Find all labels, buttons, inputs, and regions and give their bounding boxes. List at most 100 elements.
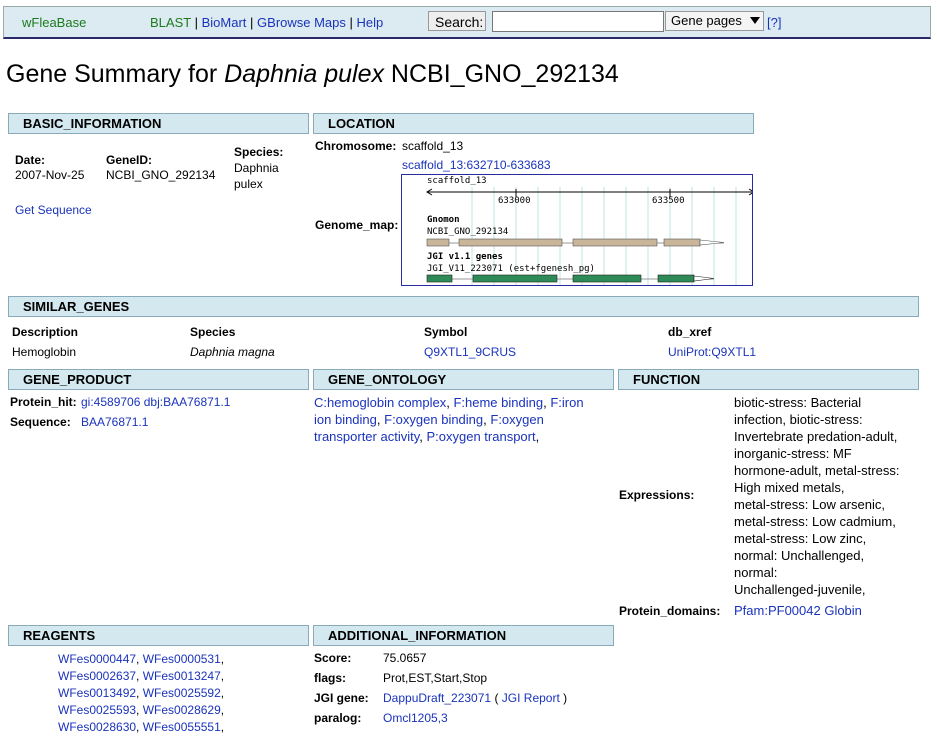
map-track-jgi-title: JGI v1.1 genes xyxy=(427,252,503,262)
reagent-link[interactable]: WFes0013247 xyxy=(143,669,221,683)
go-term-link[interactable]: F:heme binding xyxy=(453,395,543,410)
sequence-label: Sequence: xyxy=(10,415,71,429)
expression-line: metal-stress: Low zinc, xyxy=(734,531,867,546)
title-species: Daphnia pulex xyxy=(224,60,384,88)
reagent-row: WFes0025593, WFes0028629, xyxy=(58,703,225,717)
expression-line: Unchallenged-juvenile, xyxy=(734,582,866,597)
reagent-link[interactable]: WFes0000447 xyxy=(58,652,136,666)
sequence-link[interactable]: BAA76871.1 xyxy=(81,415,148,429)
brand-link[interactable]: wFleaBase xyxy=(22,15,86,30)
reagent-row: WFes0000447, WFes0000531, xyxy=(58,652,225,666)
genome-map-image[interactable]: scaffold_13 633000 633500 Gnomon NCBI_GN… xyxy=(401,174,753,286)
jgi-report-link[interactable]: JGI Report xyxy=(502,691,560,705)
protein-hit-values: gi:4589706 dbj:BAA76871.1 xyxy=(81,395,230,409)
nav-link-help[interactable]: Help xyxy=(357,15,384,30)
map-tick-label: 633500 xyxy=(652,196,685,206)
jgi-gene-model xyxy=(426,274,715,283)
jgi-gene-link[interactable]: DappuDraft_223071 xyxy=(383,691,491,705)
go-term-link[interactable]: ion binding xyxy=(314,412,377,427)
additional-information-header: ADDITIONAL_INFORMATION xyxy=(313,625,614,646)
expression-line: normal: Unchallenged, xyxy=(734,548,865,563)
search-input[interactable] xyxy=(492,11,664,32)
column-header-description: Description xyxy=(12,325,79,339)
similar-xref-link[interactable]: UniProt:Q9XTL1 xyxy=(668,345,756,359)
search-button[interactable]: Search: xyxy=(428,11,486,31)
protein-hit-gi-link[interactable]: gi:4589706 xyxy=(81,395,140,409)
reagent-link[interactable]: WFes0000531 xyxy=(143,652,221,666)
date-label: Date: xyxy=(15,153,46,167)
nav-link-biomart[interactable]: BioMart xyxy=(202,15,247,30)
score-value: 75.0657 xyxy=(383,651,427,665)
expression-line: infection, biotic-stress: xyxy=(734,412,863,427)
expression-line: High mixed metals, xyxy=(734,480,845,495)
column-header-species: Species xyxy=(190,325,236,339)
title-gene: NCBI_GNO_292134 xyxy=(383,60,619,88)
top-nav-bar: wFleaBase BLAST | BioMart | GBrowse Maps… xyxy=(3,6,931,39)
nav-link-gbrowse[interactable]: GBrowse Maps xyxy=(257,15,346,30)
go-term-link[interactable]: F:iron xyxy=(550,395,583,410)
reagent-row: WFes0002637, WFes0013247, xyxy=(58,669,225,683)
nav-link-blast[interactable]: BLAST xyxy=(150,15,191,30)
chevron-down-icon xyxy=(750,17,760,24)
go-term-link[interactable]: F:oxygen xyxy=(490,412,543,427)
expression-line: normal: xyxy=(734,565,778,580)
similar-symbol-link[interactable]: Q9XTL1_9CRUS xyxy=(424,345,516,359)
go-term-link[interactable]: C:hemoglobin complex xyxy=(314,395,446,410)
gnomon-gene-model xyxy=(426,238,725,247)
gene-product-header: GENE_PRODUCT xyxy=(8,369,309,390)
go-line: C:hemoglobin complex, F:heme binding, F:… xyxy=(314,394,584,411)
go-separator: , xyxy=(535,429,540,444)
species-label: Species: xyxy=(234,145,284,159)
get-sequence-link[interactable]: Get Sequence xyxy=(15,203,92,217)
protein-domains-label: Protein_domains: xyxy=(619,604,721,618)
search-type-select[interactable]: Gene pages xyxy=(665,11,764,31)
go-term-link[interactable]: P:oxygen transport xyxy=(426,429,535,444)
nav-separator: | xyxy=(349,15,353,30)
reagent-link[interactable]: WFes0025593 xyxy=(58,703,136,717)
paralog-link[interactable]: Omcl1205,3 xyxy=(383,711,448,725)
jgi-gene-values: DappuDraft_223071 ( JGI Report ) xyxy=(383,691,567,705)
search-type-value: Gene pages xyxy=(671,13,742,28)
go-line: transporter activity, P:oxygen transport… xyxy=(314,428,584,445)
location-link[interactable]: scaffold_13:632710-633683 xyxy=(402,158,551,172)
similar-species: Daphnia magna xyxy=(190,345,275,359)
function-header: FUNCTION xyxy=(618,369,919,390)
reagent-link[interactable]: WFes0028629 xyxy=(143,703,221,717)
expression-line: Invertebrate predation-adult, xyxy=(734,429,898,444)
reagent-link[interactable]: WFes0002637 xyxy=(58,669,136,683)
geneid-label: GeneID: xyxy=(106,153,153,167)
reagent-link[interactable]: WFes0025592 xyxy=(143,686,221,700)
expression-line: biotic-stress: Bacterial xyxy=(734,395,862,410)
location-header: LOCATION xyxy=(313,113,754,134)
go-term-link[interactable]: F:oxygen binding xyxy=(384,412,483,427)
title-prefix: Gene Summary for xyxy=(6,60,225,88)
expression-line: hormone-adult, metal-stress: xyxy=(734,463,900,478)
reagent-row: WFes0013492, WFes0025592, xyxy=(58,686,225,700)
gene-ontology-list: C:hemoglobin complex, F:heme binding, F:… xyxy=(314,394,584,445)
go-term-link[interactable]: transporter activity xyxy=(314,429,419,444)
reagents-header: REAGENTS xyxy=(8,625,309,646)
map-tick-label: 633000 xyxy=(498,196,531,206)
page-title: Gene Summary for Daphnia pulex NCBI_GNO_… xyxy=(6,60,619,89)
protein-hit-dbj-link[interactable]: dbj:BAA76871.1 xyxy=(144,395,231,409)
expression-line: metal-stress: Low cadmium, xyxy=(734,514,896,529)
jgi-open-paren: ( xyxy=(494,691,499,705)
search-help-link[interactable]: [?] xyxy=(767,15,781,30)
protein-hit-label: Protein_hit: xyxy=(10,395,77,409)
protein-domains-link[interactable]: Pfam:PF00042 Globin xyxy=(734,603,862,618)
go-line: ion binding, F:oxygen binding, F:oxygen xyxy=(314,411,584,428)
reagent-link[interactable]: WFes0028630 xyxy=(58,720,136,734)
reagent-row: WFes0028630, WFes0055551, xyxy=(58,720,225,734)
date-value: 2007-Nov-25 xyxy=(15,168,85,182)
reagent-link[interactable]: WFes0055551 xyxy=(143,720,221,734)
map-track-gnomon-name: NCBI_GNO_292134 xyxy=(427,227,509,237)
map-scaffold-label: scaffold_13 xyxy=(427,176,487,186)
reagent-link[interactable]: WFes0013492 xyxy=(58,686,136,700)
scale-ruler xyxy=(426,188,752,197)
expression-line: metal-stress: Low arsenic, xyxy=(734,497,885,512)
geneid-value: NCBI_GNO_292134 xyxy=(106,168,216,182)
column-header-symbol: Symbol xyxy=(424,325,468,339)
similar-description: Hemoglobin xyxy=(12,345,77,359)
nav-links: BLAST | BioMart | GBrowse Maps | Help xyxy=(150,15,383,30)
column-header-db-xref: db_xref xyxy=(668,325,712,339)
